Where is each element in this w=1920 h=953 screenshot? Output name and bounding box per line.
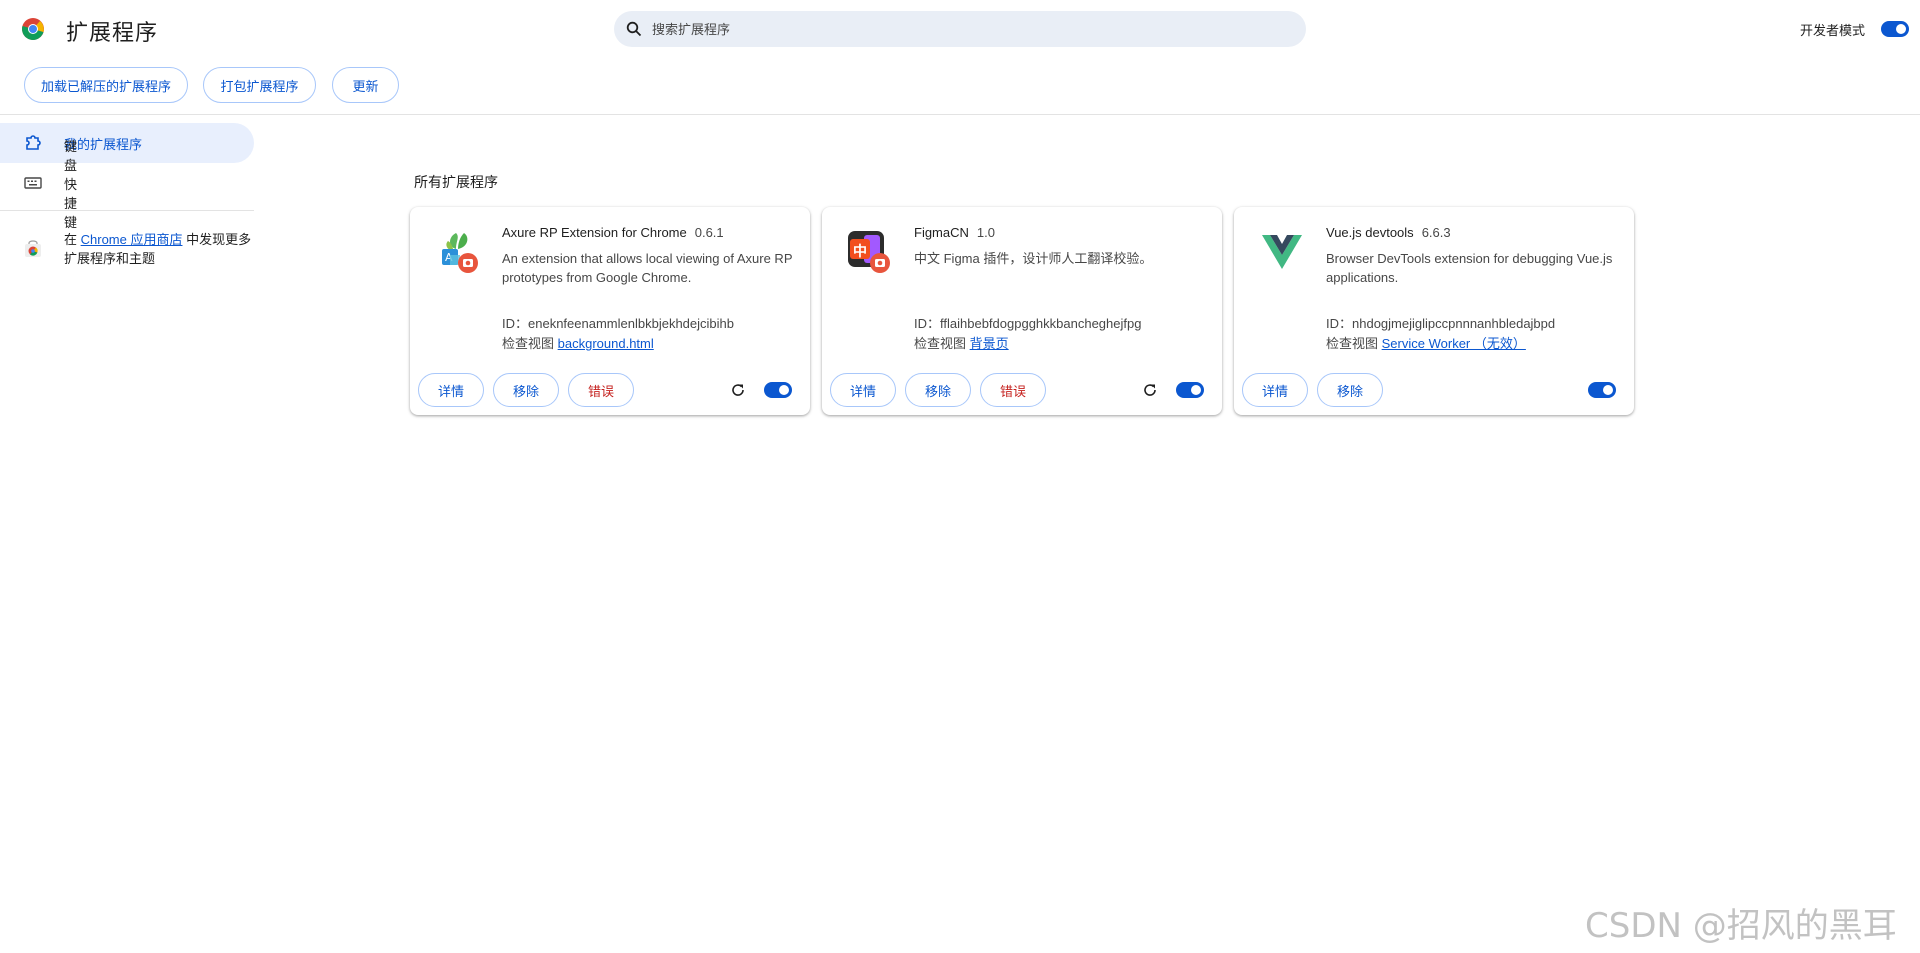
figmacn-extension-icon: 中	[846, 227, 894, 275]
inspect-views: 检查视图 background.html	[502, 333, 654, 352]
inspect-label: 检查视图	[502, 336, 555, 351]
extension-name: Vue.js devtools	[1326, 225, 1414, 240]
sidebar-item-my-extensions[interactable]: 我的扩展程序	[0, 123, 254, 163]
errors-button[interactable]: 错误	[980, 373, 1046, 407]
sidebar-item-label: 键盘快捷键	[64, 138, 78, 230]
axure-extension-icon: A	[434, 227, 482, 275]
details-button[interactable]: 详情	[830, 373, 896, 407]
update-button[interactable]: 更新	[332, 67, 399, 103]
extension-name: Axure RP Extension for Chrome	[502, 225, 687, 240]
inspect-view-link[interactable]: background.html	[558, 336, 654, 351]
remove-button[interactable]: 移除	[905, 373, 971, 407]
details-button[interactable]: 详情	[1242, 373, 1308, 407]
extension-name-line: Vue.js devtools 6.6.3	[1326, 225, 1451, 240]
search-input[interactable]	[650, 20, 1250, 38]
details-button[interactable]: 详情	[418, 373, 484, 407]
extension-version: 6.6.3	[1421, 225, 1451, 240]
extension-id: ID：eneknfeenammlenlbkbjekhdejcibihb	[502, 313, 734, 332]
watermark: CSDN @招风的黑耳	[1585, 906, 1897, 946]
extension-card-axure: A Axure RP Extension for Chrome 0.6.1 An …	[410, 207, 810, 415]
inspect-label: 检查视图	[1326, 336, 1379, 351]
chrome-logo-icon	[22, 18, 44, 40]
id-label: ID：	[1326, 316, 1353, 331]
extension-enable-toggle[interactable]	[1176, 382, 1204, 398]
extension-name-line: FigmaCN 1.0	[914, 225, 995, 240]
extension-name: FigmaCN	[914, 225, 969, 240]
figmacn-icon-glyph: 中	[853, 243, 867, 259]
extension-enable-toggle[interactable]	[1588, 382, 1616, 398]
chrome-web-store-icon	[25, 240, 41, 257]
sidebar-divider	[0, 210, 254, 211]
vue-extension-icon	[1258, 227, 1306, 275]
errors-button[interactable]: 错误	[568, 373, 634, 407]
reload-icon[interactable]	[1142, 382, 1158, 398]
id-value: fflaihbebfdogpgghkkbancheghejfpg	[940, 316, 1142, 331]
extension-description: 中文 Figma 插件，设计师人工翻译校验。	[914, 251, 1153, 266]
id-value: eneknfeenammlenlbkbjekhdejcibihb	[528, 316, 734, 331]
id-label: ID：	[914, 316, 941, 331]
puzzle-icon	[26, 135, 41, 150]
dev-mode-toggle[interactable]	[1881, 21, 1909, 37]
remove-button[interactable]: 移除	[1317, 373, 1383, 407]
extension-description: An extension that allows local viewing o…	[502, 251, 793, 285]
load-unpacked-button[interactable]: 加载已解压的扩展程序	[24, 67, 188, 103]
pack-extension-button[interactable]: 打包扩展程序	[203, 67, 316, 103]
section-title: 所有扩展程序	[414, 174, 498, 190]
extension-id: ID：fflaihbebfdogpgghkkbancheghejfpg	[914, 313, 1141, 332]
search-icon	[626, 21, 642, 37]
extension-enable-toggle[interactable]	[764, 382, 792, 398]
store-prefix: 在	[64, 232, 81, 247]
dev-mode-label: 开发者模式	[1800, 23, 1866, 38]
inspect-views: 检查视图 Service Worker （无效）	[1326, 333, 1526, 352]
page-title: 扩展程序	[66, 20, 159, 45]
inspect-view-link[interactable]: Service Worker （无效）	[1382, 336, 1526, 351]
extension-version: 1.0	[976, 225, 995, 240]
extension-description: Browser DevTools extension for debugging…	[1326, 251, 1613, 285]
web-store-link[interactable]: Chrome 应用商店	[81, 232, 183, 247]
keyboard-icon	[24, 177, 42, 189]
extension-card-figmacn: 中 FigmaCN 1.0 中文 Figma 插件，设计师人工翻译校验。 ID：f…	[822, 207, 1222, 415]
toolbar-divider	[0, 114, 1920, 115]
header: 扩展程序 开发者模式	[0, 0, 1920, 58]
remove-button[interactable]: 移除	[493, 373, 559, 407]
reload-icon[interactable]	[730, 382, 746, 398]
inspect-view-link[interactable]: 背景页	[970, 336, 1009, 351]
inspect-views: 检查视图 背景页	[914, 333, 1009, 352]
extension-card-vue-devtools: Vue.js devtools 6.6.3 Browser DevTools ex…	[1234, 207, 1634, 415]
inspect-label: 检查视图	[914, 336, 967, 351]
search-box[interactable]	[614, 11, 1306, 47]
id-label: ID：	[502, 316, 529, 331]
extension-version: 0.6.1	[694, 225, 724, 240]
extension-name-line: Axure RP Extension for Chrome 0.6.1	[502, 225, 724, 240]
id-value: nhdogjmejiglipccpnnnanhbledajbpd	[1352, 316, 1556, 331]
extension-id: ID：nhdogjmejiglipccpnnnanhbledajbpd	[1326, 313, 1555, 332]
